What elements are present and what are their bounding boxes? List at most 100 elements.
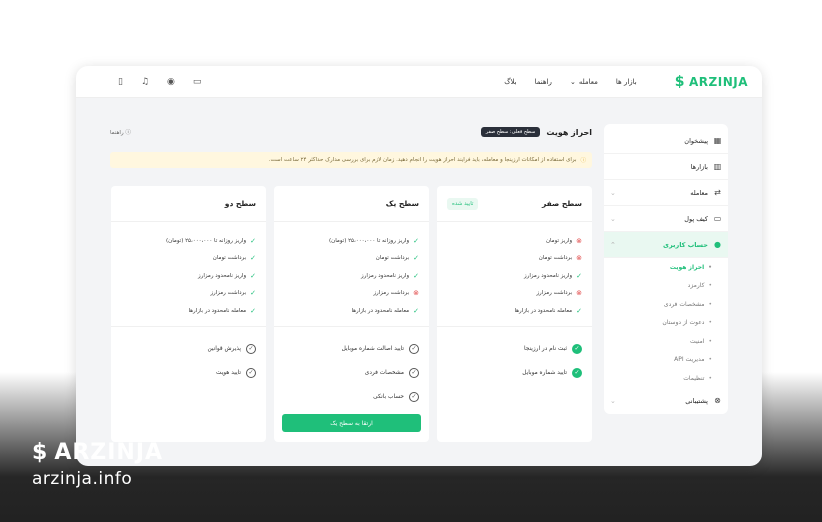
feature-row: ✓ واریز نامحدود رمزارز [447, 267, 582, 285]
feature-row: ✓ واریز روزانه تا ۲۵،۰۰۰،۰۰۰ (تومان) [284, 232, 419, 250]
bell-icon[interactable]: ♫ [141, 77, 149, 87]
submenu-invite[interactable]: دعوت از دوستان [604, 314, 712, 333]
requirement-row: ✓ تایید شماره موبایل [447, 361, 582, 385]
feature-text: معامله نامحدود در بازارها [514, 307, 573, 314]
chevron-down-icon: ⌄ [610, 188, 616, 197]
check-circle-icon: ✓ [250, 236, 256, 245]
card-header: سطح یک [274, 186, 429, 222]
check-icon: ✓ [409, 391, 419, 402]
sidebar-item-account[interactable]: ● حساب کاربری ⌃ [604, 232, 728, 258]
sidebar: ▦ پیشخوان ▥ بازارها ⇄ معامله ⌄ ▭ کیف پول ⌄ ● حس… [604, 124, 728, 414]
requirement-row: ✓ مشخصات فردی [284, 361, 419, 385]
requirement-list: ✓ پذیرش قوانین ✓ تایید هویت [111, 325, 266, 385]
user-icon: ● [714, 240, 721, 249]
submenu-kyc[interactable]: احراز هویت [604, 258, 712, 277]
top-bar: $ ARZINJA بازار ها معامله ⌄ راهنما بلاگ ▭… [76, 66, 762, 98]
check-icon: ✓ [572, 367, 582, 378]
feature-row: ✓ برداشت تومان [284, 250, 419, 268]
user-icon[interactable]: ◉ [167, 77, 175, 87]
requirement-list: ✓ ثبت نام در ارزینجا ✓ تایید شماره موبایل [437, 325, 592, 385]
brand-name: ARZINJA [689, 74, 748, 89]
requirement-text: مشخصات فردی [364, 369, 404, 376]
check-circle-icon: ✓ [576, 306, 582, 315]
submenu-api[interactable]: مدیریت API [604, 351, 712, 370]
submenu-security[interactable]: امنیت [604, 332, 712, 351]
submenu-settings[interactable]: تنظیمات [604, 369, 712, 388]
feature-text: واریز نامحدود رمزارز [361, 272, 410, 279]
requirement-text: تایید شماره موبایل [522, 369, 567, 376]
wallet-icon[interactable]: ▭ [193, 77, 202, 87]
sidebar-item-label: حساب کاربری [663, 240, 708, 249]
grid-icon: ▦ [713, 136, 722, 145]
sidebar-item-support[interactable]: ⊗ پشتیبانی ⌄ [604, 388, 728, 414]
top-icons: ▭ ◉ ♫ ▯ [90, 77, 201, 87]
nav-markets[interactable]: بازار ها [616, 78, 637, 86]
brand-logo[interactable]: $ ARZINJA [675, 74, 748, 90]
card-level-zero: سطح صفر تایید شده ⊗ واریز تومان ⊗ برداشت ت… [437, 186, 592, 442]
requirement-row: ✓ تایید هویت [121, 361, 256, 385]
sidebar-item-dashboard[interactable]: ▦ پیشخوان [604, 128, 728, 154]
watermark-logo: $ ARZINJA [32, 440, 163, 465]
check-icon: ✓ [409, 343, 419, 354]
feature-text: برداشت رمزارز [536, 290, 573, 297]
requirement-row: ✓ تایید اصالت شماره موبایل [284, 337, 419, 361]
check-circle-icon: ✓ [250, 306, 256, 315]
support-icon: ⊗ [714, 396, 721, 405]
chevron-down-icon: ⌄ [610, 396, 616, 405]
feature-row: ⊗ واریز تومان [447, 232, 582, 250]
level-cards: سطح صفر تایید شده ⊗ واریز تومان ⊗ برداشت ت… [110, 186, 592, 442]
requirement-row: ✓ ثبت نام در ارزینجا [447, 337, 582, 361]
check-icon: ✓ [572, 343, 582, 354]
feature-row: ⊗ برداشت رمزارز [447, 285, 582, 303]
mobile-icon[interactable]: ▯ [118, 77, 123, 87]
check-circle-icon: ✓ [413, 236, 419, 245]
cross-circle-icon: ⊗ [576, 254, 582, 263]
check-icon: ✓ [246, 367, 256, 378]
nav-guide[interactable]: راهنما [535, 78, 552, 86]
sidebar-item-trade[interactable]: ⇄ معامله ⌄ [604, 180, 728, 206]
feature-text: معامله نامحدود در بازارها [188, 307, 247, 314]
feature-row: ✓ برداشت تومان [121, 250, 256, 268]
feature-row: ✓ واریز نامحدود رمزارز [121, 267, 256, 285]
sidebar-item-markets[interactable]: ▥ بازارها [604, 154, 728, 180]
exchange-icon: ⇄ [714, 188, 721, 197]
check-icon: ✓ [409, 367, 419, 378]
feature-row: ✓ واریز نامحدود رمزارز [284, 267, 419, 285]
wallet-icon: ▭ [713, 214, 722, 223]
sidebar-item-wallet[interactable]: ▭ کیف پول ⌄ [604, 206, 728, 232]
cross-circle-icon: ⊗ [576, 236, 582, 245]
upgrade-level-one-button[interactable]: ارتقا به سطح یک [282, 414, 421, 432]
chart-icon: ▥ [713, 162, 722, 171]
chevron-down-icon: ⌄ [569, 77, 576, 86]
main-nav: بازار ها معامله ⌄ راهنما بلاگ [504, 78, 637, 86]
chevron-down-icon: ⌄ [610, 214, 616, 223]
feature-text: واریز روزانه تا ۲۵،۰۰۰،۰۰۰ (تومان) [329, 237, 410, 244]
info-icon: ⓘ [123, 130, 131, 136]
requirement-text: حساب بانکی [373, 393, 404, 400]
status-badge: تایید شده [447, 197, 479, 210]
requirement-row: ✓ پذیرش قوانین [121, 337, 256, 361]
sidebar-item-label: کیف پول [684, 214, 708, 223]
feature-list: ✓ واریز روزانه تا ۲۵،۰۰۰،۰۰۰ (تومان) ✓ برد… [111, 222, 266, 320]
submenu-fee[interactable]: کارمزد [604, 277, 712, 296]
card-level-one: سطح یک ✓ واریز روزانه تا ۲۵،۰۰۰،۰۰۰ (توما… [274, 186, 429, 442]
nav-blog[interactable]: بلاگ [504, 78, 516, 86]
feature-text: معامله نامحدود در بازارها [351, 307, 410, 314]
check-circle-icon: ✓ [413, 271, 419, 280]
sidebar-item-label: معامله [690, 188, 708, 197]
sidebar-item-label: پشتیبانی [685, 396, 708, 405]
card-header: سطح دو [111, 186, 266, 222]
feature-text: برداشت رمزارز [373, 290, 410, 297]
feature-text: برداشت تومان [538, 255, 573, 262]
card-title: سطح دو [224, 199, 256, 208]
sidebar-item-label: بازارها [690, 162, 708, 171]
card-level-two: سطح دو ✓ واریز روزانه تا ۲۵،۰۰۰،۰۰۰ (توما… [111, 186, 266, 442]
logo-icon: $ [674, 73, 685, 90]
nav-trade[interactable]: معامله ⌄ [570, 78, 598, 86]
help-link[interactable]: ⓘ راهنما [110, 128, 131, 136]
submenu-profile[interactable]: مشخصات فردی [604, 295, 712, 314]
nav-trade-label: معامله [578, 77, 598, 86]
requirement-row: ✓ حساب بانکی [284, 385, 419, 409]
feature-row: ✓ واریز روزانه تا ۲۵،۰۰۰،۰۰۰ (تومان) [121, 232, 256, 250]
requirement-text: پذیرش قوانین [207, 345, 241, 352]
